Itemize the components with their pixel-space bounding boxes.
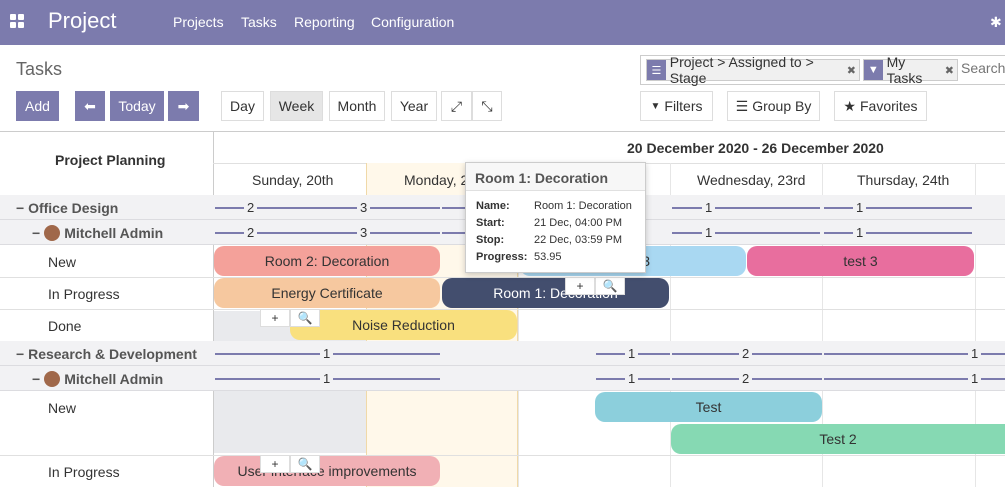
breadcrumb: Tasks	[16, 59, 63, 79]
remove-facet-icon[interactable]: ✖	[945, 64, 957, 77]
menu-tasks[interactable]: Tasks	[241, 14, 277, 30]
divider	[0, 131, 1005, 132]
day-header: Sunday, 20th	[252, 172, 334, 188]
consolidation-count: 1	[320, 371, 334, 386]
consolidation-count: 2	[739, 346, 753, 361]
zoom-icon[interactable]: 🔍	[290, 309, 320, 327]
collapse-rows-icon[interactable]: ⤡	[472, 91, 502, 121]
task-pill[interactable]: Noise Reduction	[290, 310, 517, 340]
consolidation-bar	[672, 207, 820, 209]
task-popover: Room 1: Decoration Name: Room 1: Decorati…	[465, 162, 646, 273]
groupby-icon: ☰	[647, 60, 666, 80]
row-label: Done	[48, 318, 82, 334]
favorites-button[interactable]: ★ Favorites	[834, 91, 927, 121]
consolidation-count: 3	[357, 225, 371, 240]
facet-groupby[interactable]: ☰ Project > Assigned to > Stage ✖	[646, 54, 860, 86]
facet-filter[interactable]: ▼ My Tasks ✖	[863, 54, 958, 86]
consolidation-count: 2	[739, 371, 753, 386]
consolidation-bar	[824, 232, 972, 234]
group-toggle-user[interactable]: − Mitchell Admin	[32, 225, 163, 241]
task-pill[interactable]: test 3	[747, 246, 974, 276]
top-navbar: Project Projects Tasks Reporting Configu…	[0, 0, 1005, 45]
group-toggle-user[interactable]: − Mitchell Admin	[32, 371, 163, 387]
zoom-icon[interactable]: 🔍	[290, 455, 320, 473]
add-task-button[interactable]: +	[260, 455, 290, 473]
day-header: Thursday, 24th	[857, 172, 950, 188]
task-pill[interactable]: User interface improvements	[214, 456, 440, 486]
consolidation-bar	[672, 232, 820, 234]
consolidation-count: 1	[320, 346, 334, 361]
day-header: Wednesday, 23rd	[697, 172, 806, 188]
popover-progress: Progress: 53.95	[476, 251, 562, 263]
scale-week-button[interactable]: Week	[270, 91, 323, 121]
consolidation-count: 2	[244, 200, 258, 215]
previous-button[interactable]: ⬅	[75, 91, 105, 121]
collapse-icon: −	[32, 371, 41, 387]
filter-icon: ▼	[864, 60, 883, 80]
consolidation-count: 1	[702, 200, 716, 215]
filter-icon: ▼	[650, 100, 661, 112]
consolidation-count: 1	[853, 225, 867, 240]
consolidation-bar	[824, 207, 972, 209]
popover-title: Room 1: Decoration	[466, 163, 645, 191]
filters-button[interactable]: ▼ Filters	[640, 91, 713, 121]
row-label: New	[48, 400, 77, 416]
popover-name: Name: Room 1: Decoration	[476, 200, 632, 212]
expand-rows-icon[interactable]: ⤢	[441, 91, 472, 121]
task-pill[interactable]: Room 2: Decoration	[214, 246, 440, 276]
gantt-title: Project Planning	[55, 152, 166, 168]
consolidation-count: 1	[625, 346, 639, 361]
star-icon: ★	[843, 97, 856, 114]
consolidation-count: 1	[853, 200, 867, 215]
task-pill[interactable]: Test 2	[671, 424, 1005, 454]
group-toggle-office-design[interactable]: − Office Design	[16, 200, 118, 216]
row-label: In Progress	[48, 464, 120, 480]
arrow-left-icon: ⬅	[84, 97, 96, 114]
debug-icon[interactable]: ✱	[990, 14, 1002, 31]
today-button[interactable]: Today	[110, 91, 164, 121]
task-pill[interactable]: Energy Certificate	[214, 278, 440, 308]
menu-reporting[interactable]: Reporting	[294, 14, 355, 30]
scale-day-button[interactable]: Day	[221, 91, 264, 121]
collapse-icon: −	[32, 225, 41, 241]
group-toggle-rd[interactable]: − Research & Development	[16, 346, 197, 362]
collapse-icon: −	[16, 200, 29, 216]
consolidation-count: 2	[244, 225, 258, 240]
collapse-icon: −	[16, 346, 29, 362]
app-title: Project	[48, 8, 117, 33]
search-box[interactable]: ☰ Project > Assigned to > Stage ✖ ▼ My T…	[640, 54, 1005, 86]
avatar	[44, 225, 61, 241]
popover-start: Start: 21 Dec, 04:00 PM	[476, 217, 623, 229]
search-input[interactable]	[961, 60, 1005, 76]
consolidation-count: 1	[625, 371, 639, 386]
avatar	[44, 371, 61, 387]
menu-projects[interactable]: Projects	[173, 14, 224, 30]
row-label: In Progress	[48, 286, 120, 302]
consolidation-count: 3	[357, 200, 371, 215]
apps-menu-icon[interactable]	[10, 14, 24, 28]
consolidation-count: 1	[968, 346, 982, 361]
task-pill-selected[interactable]: Room 1: Decoration	[442, 278, 669, 308]
scale-month-button[interactable]: Month	[329, 91, 385, 121]
arrow-right-icon: ➡	[177, 97, 190, 114]
group-by-button[interactable]: ☰ Group By	[727, 91, 820, 121]
task-pill[interactable]: Test	[595, 392, 822, 422]
scale-year-button[interactable]: Year	[391, 91, 437, 121]
consolidation-count: 1	[968, 371, 982, 386]
menu-configuration[interactable]: Configuration	[371, 14, 454, 30]
row-label: New	[48, 254, 77, 270]
add-task-button[interactable]: +	[565, 277, 595, 295]
list-icon: ☰	[735, 97, 749, 114]
zoom-icon[interactable]: 🔍	[595, 277, 625, 295]
divider	[0, 455, 1005, 456]
add-button[interactable]: Add	[16, 91, 59, 121]
hovered-cell	[214, 391, 366, 453]
remove-facet-icon[interactable]: ✖	[847, 64, 859, 77]
day-header: Monday, 21st	[404, 172, 468, 188]
add-task-button[interactable]: +	[260, 309, 290, 327]
popover-stop: Stop: 22 Dec, 03:59 PM	[476, 234, 623, 246]
consolidation-count: 1	[702, 225, 716, 240]
next-button[interactable]: ➡	[168, 91, 199, 121]
date-range: 20 December 2020 - 26 December 2020	[627, 140, 884, 156]
